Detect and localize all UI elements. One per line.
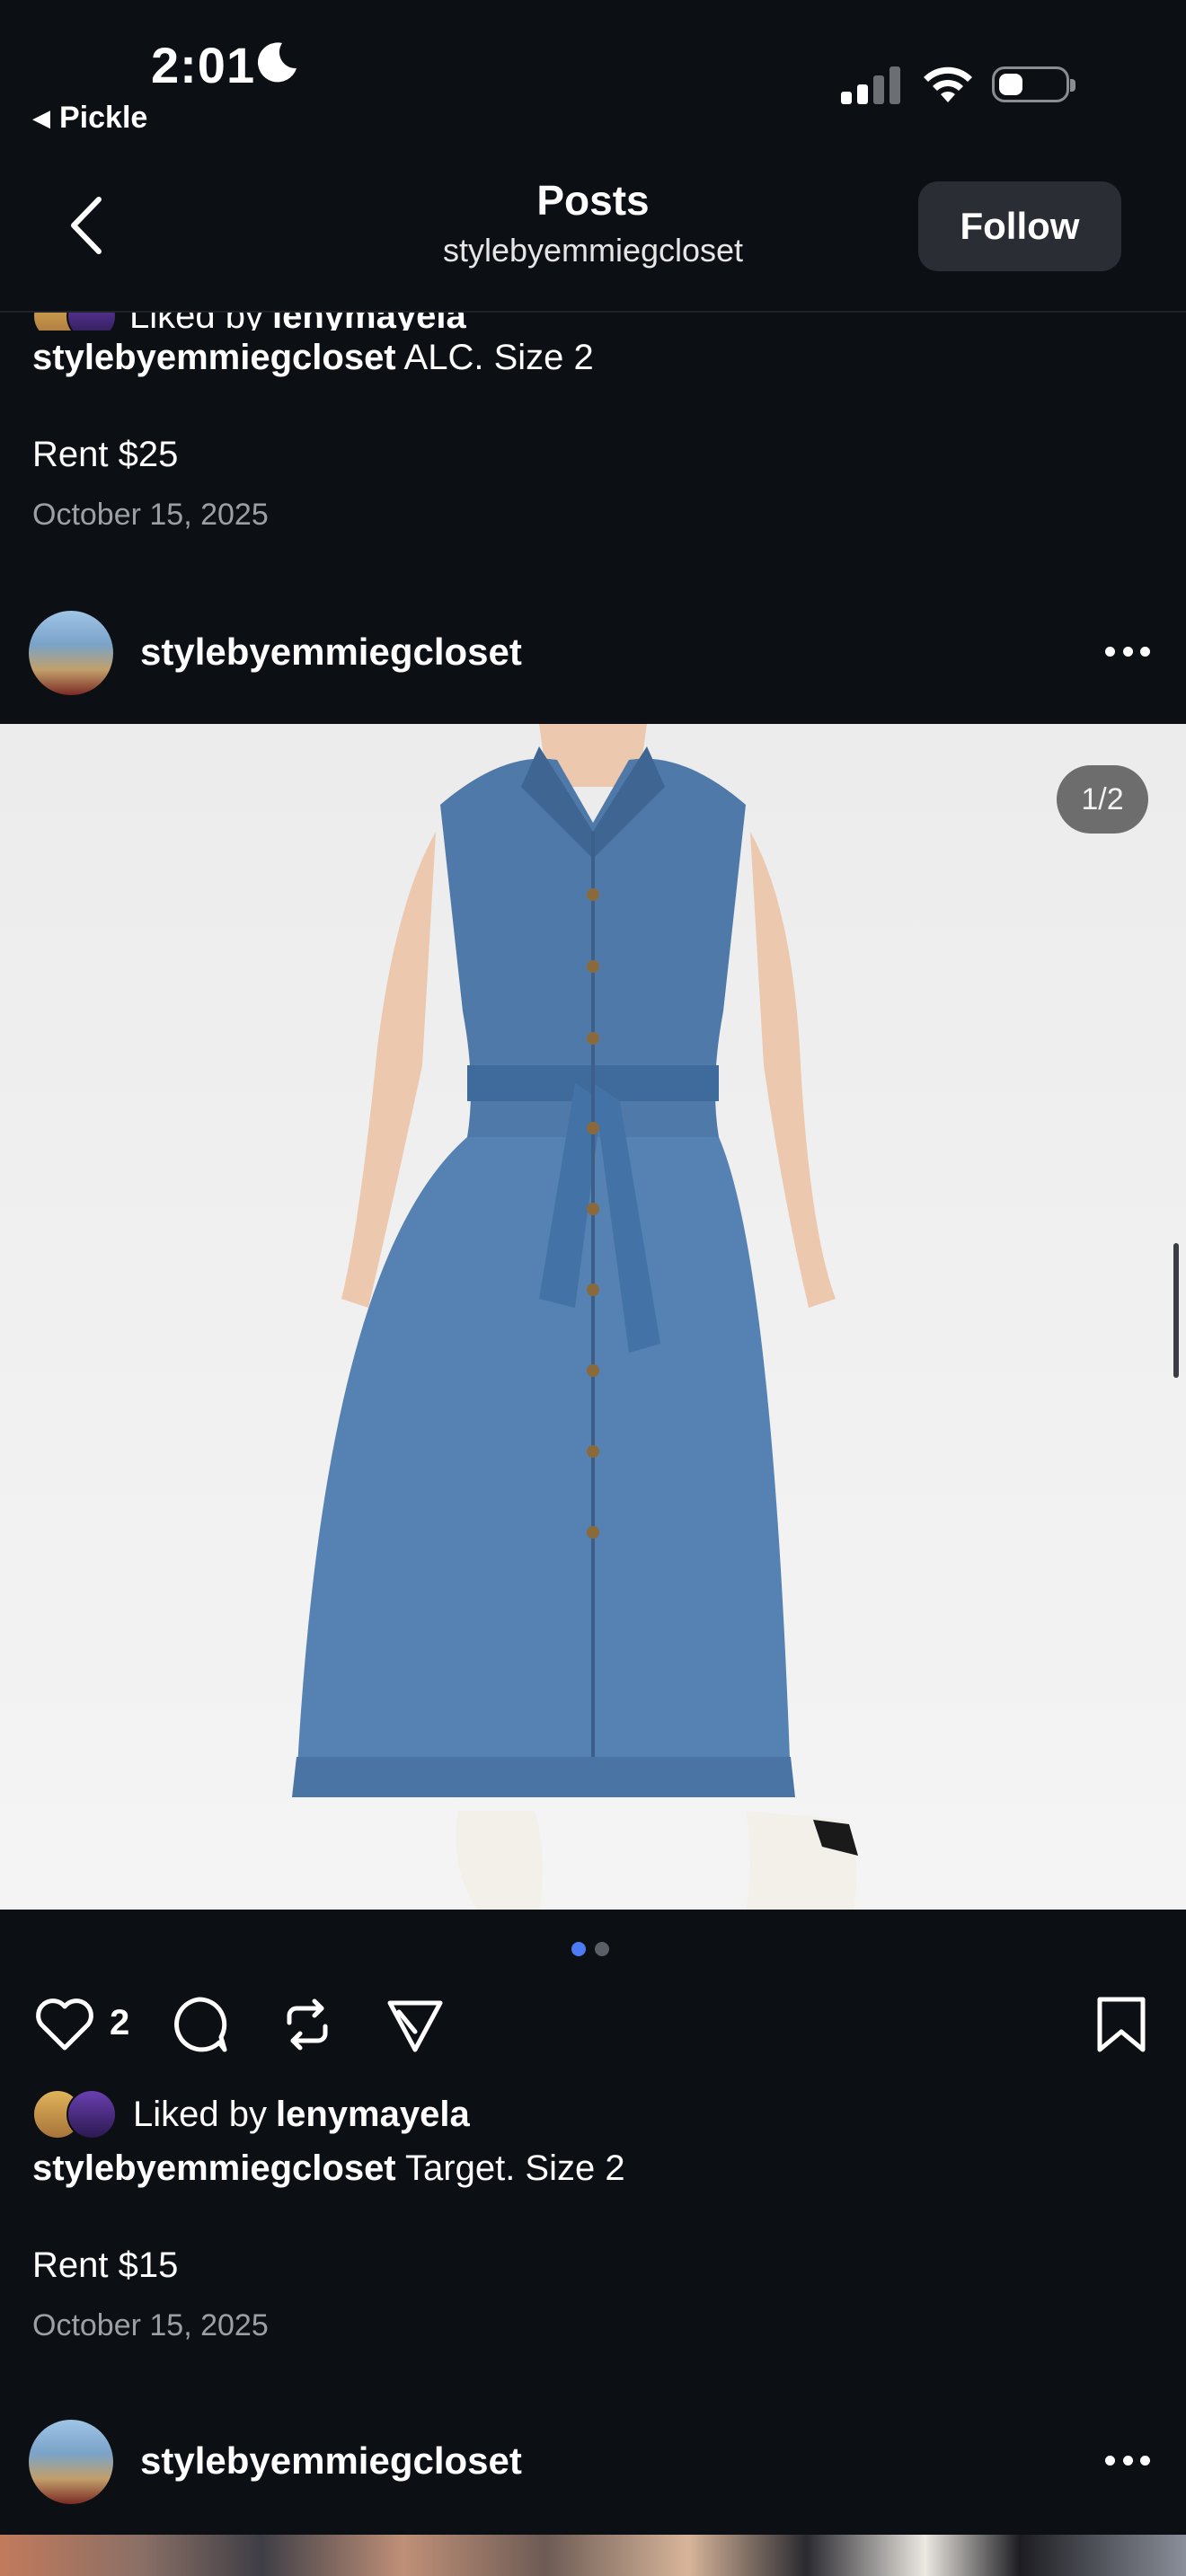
liked-by-prefix: Liked by: [133, 2094, 267, 2134]
share-send-icon[interactable]: [383, 1992, 447, 2057]
image-counter-badge: 1/2: [1057, 765, 1148, 834]
post-image[interactable]: [0, 724, 1186, 1910]
back-app-label: Pickle: [59, 101, 148, 135]
moon-icon: [258, 42, 296, 83]
post-caption: stylebyemmiegcloset ALC. Size 2: [32, 338, 594, 378]
post-username[interactable]: stylebyemmiegcloset: [140, 2439, 522, 2483]
scroll-indicator: [1173, 1243, 1179, 1378]
carousel-dot-active: [571, 1942, 586, 1956]
liker-avatar[interactable]: [66, 2089, 117, 2139]
avatar[interactable]: [29, 611, 113, 695]
more-options-icon[interactable]: [1105, 2456, 1150, 2468]
post-caption: stylebyemmiegcloset Target. Size 2: [32, 2148, 625, 2189]
post-date: October 15, 2025: [32, 2308, 269, 2342]
back-triangle-icon: ◀: [32, 104, 50, 131]
caption-text: ALC. Size 2: [403, 338, 594, 377]
cellular-signal-icon: [841, 66, 900, 104]
liked-by-prefix: Liked by: [129, 313, 263, 331]
post-date: October 15, 2025: [32, 498, 269, 532]
battery-icon: [992, 66, 1075, 102]
rent-price: Rent $15: [32, 2245, 179, 2285]
next-post-image[interactable]: [0, 2535, 1186, 2576]
status-time: 2:01: [151, 37, 256, 93]
denim-dress-photo: [292, 724, 858, 1910]
heart-icon[interactable]: [32, 1992, 97, 2057]
like-count[interactable]: 2: [110, 2003, 129, 2043]
liked-by-row: Liked by lenymayela: [32, 2089, 470, 2139]
liked-by-user[interactable]: lenymayela: [276, 2095, 470, 2135]
rent-price: Rent $25: [32, 435, 179, 474]
avatar[interactable]: [29, 2420, 113, 2504]
wifi-icon: [924, 66, 972, 102]
caption-username[interactable]: stylebyemmiegcloset: [32, 2148, 396, 2188]
comment-icon[interactable]: [167, 1992, 232, 2057]
liked-by-user[interactable]: lenymayela: [272, 313, 466, 331]
post-username[interactable]: stylebyemmiegcloset: [140, 631, 522, 674]
carousel-dots: [571, 1942, 609, 1956]
carousel-dot: [595, 1942, 609, 1956]
repost-icon[interactable]: [275, 1992, 340, 2057]
liker-avatar: [66, 313, 117, 331]
follow-button[interactable]: Follow: [918, 181, 1121, 271]
caption-username[interactable]: stylebyemmiegcloset: [32, 338, 396, 377]
back-to-app-link[interactable]: ◀ Pickle: [32, 101, 147, 136]
caption-text: Target. Size 2: [405, 2148, 625, 2188]
previous-post-liked-row: Liked by lenymayela: [0, 313, 1186, 331]
more-options-icon[interactable]: [1105, 647, 1150, 659]
bookmark-icon[interactable]: [1089, 1992, 1154, 2057]
